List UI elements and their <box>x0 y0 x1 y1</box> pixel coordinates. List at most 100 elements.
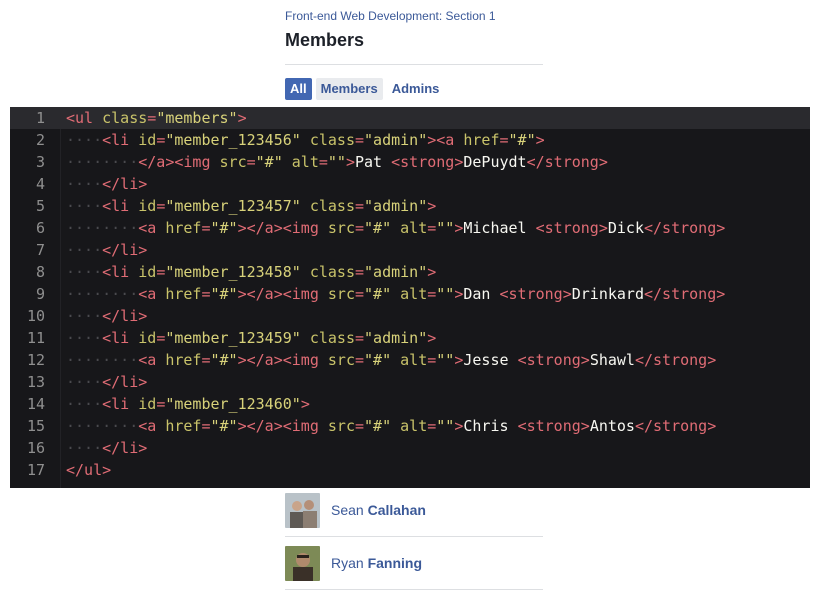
code-token: id <box>138 395 157 413</box>
code-token: <li <box>102 197 139 215</box>
code-line[interactable]: 15 ········<a href="#"></a><img src="#" a… <box>10 415 810 437</box>
code-token: </li> <box>102 307 148 325</box>
line-code: ····</li> <box>66 173 147 195</box>
code-token: src <box>327 351 355 369</box>
line-number: 9 <box>35 285 45 303</box>
code-token: alt <box>400 219 428 237</box>
code-token: ········ <box>66 351 139 369</box>
code-line[interactable]: 13 ····</li> <box>10 371 810 393</box>
member-name[interactable]: Ryan Fanning <box>331 555 422 571</box>
code-token: ···· <box>66 373 103 391</box>
code-line[interactable]: 10 ····</li> <box>10 305 810 327</box>
code-line[interactable]: 2 ····<li id="member_123456" class="admin… <box>10 129 810 151</box>
code-token: = <box>156 263 166 281</box>
code-token: <a <box>138 219 166 237</box>
line-code: ········<a href="#"></a><img src="#" alt… <box>66 217 725 239</box>
code-token: </li> <box>102 373 148 391</box>
member-last-name: Fanning <box>367 555 423 571</box>
member-item-ryan[interactable]: Ryan Fanning <box>285 537 543 590</box>
code-token: class <box>309 263 355 281</box>
code-token: = <box>355 263 365 281</box>
line-code: ····<li id="member_123458" class="admin"… <box>66 261 436 283</box>
code-token: ···· <box>66 439 103 457</box>
code-token: > <box>427 329 437 347</box>
code-line[interactable]: 11 ····<li id="member_123459" class="admi… <box>10 327 810 349</box>
code-token: "admin" <box>364 131 428 149</box>
code-line[interactable]: 9 ········<a href="#"></a><img src="#" al… <box>10 283 810 305</box>
code-token: ></a><img <box>237 219 328 237</box>
breadcrumb-link[interactable]: Front-end Web Development: Section 1 <box>285 8 543 24</box>
code-token: </li> <box>102 439 148 457</box>
line-number: 7 <box>35 241 45 259</box>
line-code: </ul> <box>66 459 111 481</box>
code-token: ········ <box>66 417 139 435</box>
tab-admins[interactable]: Admins <box>387 78 445 100</box>
code-token: id <box>138 131 157 149</box>
code-token: = <box>156 131 166 149</box>
code-token: "#" <box>255 153 283 171</box>
code-line[interactable]: 16 ····</li> <box>10 437 810 459</box>
code-token: = <box>355 417 365 435</box>
code-token: "" <box>436 351 455 369</box>
line-code: ····</li> <box>66 239 147 261</box>
code-token: = <box>156 329 166 347</box>
code-token: = <box>355 351 365 369</box>
line-code: ········<a href="#"></a><img src="#" alt… <box>66 415 716 437</box>
line-code: <ul class="members"> <box>66 107 247 129</box>
code-token: ···· <box>66 329 103 347</box>
avatar[interactable] <box>285 492 320 528</box>
member-name[interactable]: Sean Callahan <box>331 502 426 518</box>
code-token: > <box>427 197 437 215</box>
code-line[interactable]: 14 ····<li id="member_123460"> <box>10 393 810 415</box>
code-token: <a <box>138 351 166 369</box>
code-token: > <box>427 263 437 281</box>
code-token: "#" <box>364 285 392 303</box>
code-line[interactable]: 5 ····<li id="member_123457" class="admin… <box>10 195 810 217</box>
tab-all[interactable]: All <box>285 78 312 100</box>
code-token: </strong> <box>644 219 726 237</box>
code-token: </ul> <box>66 461 112 479</box>
page-title: Members <box>285 30 365 50</box>
code-line[interactable]: 12 ········<a href="#"></a><img src="#" a… <box>10 349 810 371</box>
code-token: DePuydt <box>463 153 527 171</box>
code-token: "admin" <box>364 329 428 347</box>
code-token: <li <box>102 329 139 347</box>
code-token: src <box>327 417 355 435</box>
code-token: = <box>318 153 328 171</box>
code-line[interactable]: 8 ····<li id="member_123458" class="admin… <box>10 261 810 283</box>
code-line[interactable]: 7 ····</li> <box>10 239 810 261</box>
code-token: href <box>165 285 202 303</box>
code-token: id <box>138 263 157 281</box>
code-token: alt <box>400 417 428 435</box>
member-list: Sean Callahan Ryan Fanning <box>285 484 543 590</box>
code-token: </a><img <box>138 153 220 171</box>
member-item-sean[interactable]: Sean Callahan <box>285 484 543 537</box>
code-token: Dick <box>607 219 644 237</box>
code-token: <strong> <box>517 417 590 435</box>
code-token: "#" <box>364 417 392 435</box>
code-token: "" <box>436 219 455 237</box>
code-token: class <box>309 131 355 149</box>
code-token: = <box>427 417 437 435</box>
avatar[interactable] <box>285 545 320 581</box>
code-token: ></a><img <box>237 417 328 435</box>
code-token: "#" <box>508 131 536 149</box>
code-line[interactable]: 4 ····</li> <box>10 173 810 195</box>
code-line[interactable]: 6 ········<a href="#"></a><img src="#" al… <box>10 217 810 239</box>
avatar-photo-icon <box>285 492 320 528</box>
tab-members[interactable]: Members <box>315 78 383 100</box>
code-token: id <box>138 329 157 347</box>
code-token: > <box>300 395 310 413</box>
code-line[interactable]: 17 </ul> <box>10 459 810 481</box>
code-token: "#" <box>210 417 238 435</box>
line-number: 11 <box>26 329 45 347</box>
code-token: "" <box>436 417 455 435</box>
code-editor[interactable]: 1 <ul class="members"> 2 ····<li id="member… <box>10 107 810 488</box>
line-code: ····</li> <box>66 305 147 327</box>
code-token: alt <box>400 351 428 369</box>
code-line[interactable]: 3 ········</a><img src="#" alt="">Pat <st… <box>10 151 810 173</box>
code-line[interactable]: 1 <ul class="members"> <box>10 107 810 129</box>
code-token: = <box>355 219 365 237</box>
